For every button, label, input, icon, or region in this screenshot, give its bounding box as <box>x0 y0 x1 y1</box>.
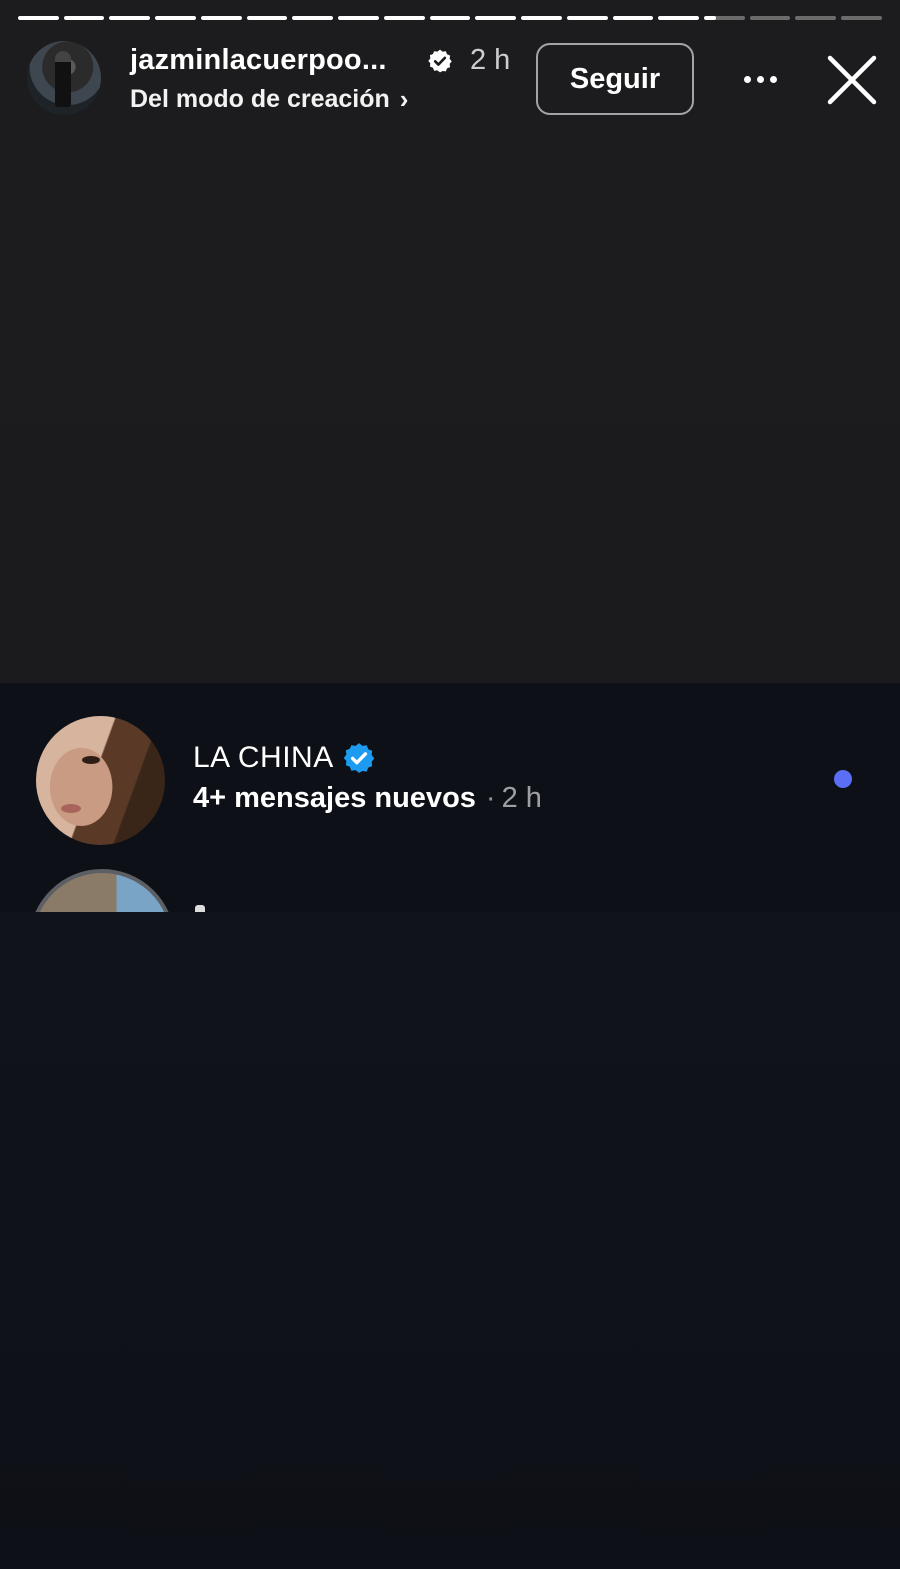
create-mode-link[interactable]: Del modo de creación › <box>130 84 408 115</box>
sender-name: LA CHINA <box>193 741 334 774</box>
chevron-right-icon: › <box>399 84 409 114</box>
story-progress-segment <box>338 16 379 20</box>
username[interactable]: jazminlacuerpoo... <box>130 44 387 77</box>
message-count: 4+ mensajes nuevos <box>193 782 476 814</box>
more-horizontal-icon-dot <box>756 75 764 83</box>
story-progress-segment <box>704 16 745 20</box>
close-icon[interactable] <box>826 54 878 106</box>
story-progress-segment <box>109 16 151 20</box>
story-progress-segment <box>841 16 882 20</box>
story-progress-segment <box>246 16 288 20</box>
post-time: 2 h <box>470 44 511 76</box>
story-progress-segment <box>200 16 242 20</box>
story-progress-segment <box>566 16 608 20</box>
story-progress-segment <box>18 16 59 20</box>
next-conversation-avatar[interactable] <box>29 869 175 912</box>
more-horizontal-icon <box>743 75 751 83</box>
story-progress-bar <box>18 16 882 20</box>
story-progress-segment <box>612 16 654 20</box>
story-progress-segment <box>429 16 471 20</box>
more-horizontal-icon-dot <box>769 75 777 83</box>
story-progress-segment <box>292 16 334 20</box>
create-mode-label: Del modo de creación <box>130 85 390 113</box>
story-progress-segment <box>658 16 700 20</box>
follow-button[interactable]: Seguir <box>536 43 694 115</box>
story-progress-segment <box>475 16 517 20</box>
separator: · <box>485 782 496 814</box>
story-progress-segment <box>749 16 791 20</box>
story-progress-segment <box>63 16 105 20</box>
story-progress-segment <box>383 16 425 20</box>
story-progress-segment <box>521 16 562 20</box>
verified-badge-icon <box>343 743 375 773</box>
sender-name-row: LA CHINA <box>193 741 376 775</box>
verified-badge-icon <box>428 49 452 73</box>
story-progress-segment <box>155 16 196 20</box>
message-summary: 4+ mensajes nuevos · 2 h <box>193 782 542 815</box>
story-progress-segment <box>795 16 837 20</box>
avatar[interactable] <box>27 41 101 115</box>
message-notification-card[interactable]: LA CHINA 4+ mensajes nuevos · 2 h <box>0 683 900 912</box>
unread-indicator <box>834 770 852 788</box>
next-conversation-name <box>195 901 275 912</box>
message-time: 2 h <box>501 782 542 814</box>
more-options-button[interactable] <box>737 64 783 94</box>
sender-avatar[interactable] <box>36 716 165 845</box>
